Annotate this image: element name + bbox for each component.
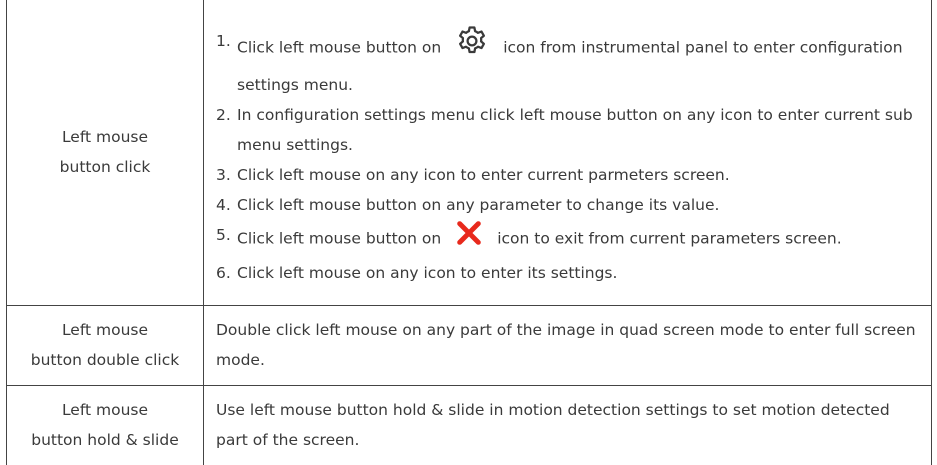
step-item: 2. In configuration settings menu click … <box>216 100 925 160</box>
action-label-line: button click <box>59 158 151 177</box>
action-label-line: Left mouse <box>61 128 149 147</box>
close-icon <box>455 220 483 258</box>
table-row: Left mouse button double click Double cl… <box>6 304 932 386</box>
step-item: 6. Click left mouse on any icon to enter… <box>216 258 925 288</box>
action-cell-double-click: Left mouse button double click <box>6 304 204 386</box>
step-number: 6. <box>216 264 231 283</box>
action-cell-hold-slide: Left mouse button hold & slide <box>6 384 204 465</box>
step-text: Click left mouse on any icon to enter cu… <box>237 166 730 185</box>
step-item: 5. Click left mouse button on icon to exi… <box>216 220 925 258</box>
step-number: 2. <box>216 106 231 125</box>
step-item: 1. Click left mouse button on icon from i… <box>216 26 925 100</box>
step-number: 1. <box>216 32 231 51</box>
description-cell-hold-slide: Use left mouse button hold & slide in mo… <box>203 384 932 465</box>
mouse-controls-table: Left mouse button click 1. Click left mo… <box>6 0 932 465</box>
action-label-line: Left mouse <box>61 321 149 339</box>
step-text: icon to exit from current parameters scr… <box>497 229 842 248</box>
step-item: 4. Click left mouse button on any parame… <box>216 190 925 220</box>
step-text: Click left mouse button on <box>237 38 442 57</box>
step-number: 3. <box>216 166 231 185</box>
step-number: 4. <box>216 196 231 215</box>
table-row: Left mouse button click 1. Click left mo… <box>6 0 932 306</box>
action-label-line: button hold & slide <box>31 431 179 450</box>
step-text: In configuration settings menu click lef… <box>237 106 913 155</box>
description-cell-click: 1. Click left mouse button on icon from i… <box>203 0 932 306</box>
step-number: 5. <box>216 226 231 245</box>
step-text: Click left mouse on any icon to enter it… <box>237 264 618 283</box>
action-label-line: button double click <box>30 351 180 369</box>
description-cell-double-click: Double click left mouse on any part of t… <box>203 304 932 386</box>
step-text: Click left mouse button on <box>237 229 442 248</box>
action-cell-click: Left mouse button click <box>6 0 204 306</box>
gear-icon <box>455 26 489 70</box>
action-label-line: Left mouse <box>61 401 149 420</box>
step-text: Click left mouse button on any parameter… <box>237 196 720 215</box>
table-row: Left mouse button hold & slide Use left … <box>6 384 932 465</box>
step-item: 3. Click left mouse on any icon to enter… <box>216 160 925 190</box>
